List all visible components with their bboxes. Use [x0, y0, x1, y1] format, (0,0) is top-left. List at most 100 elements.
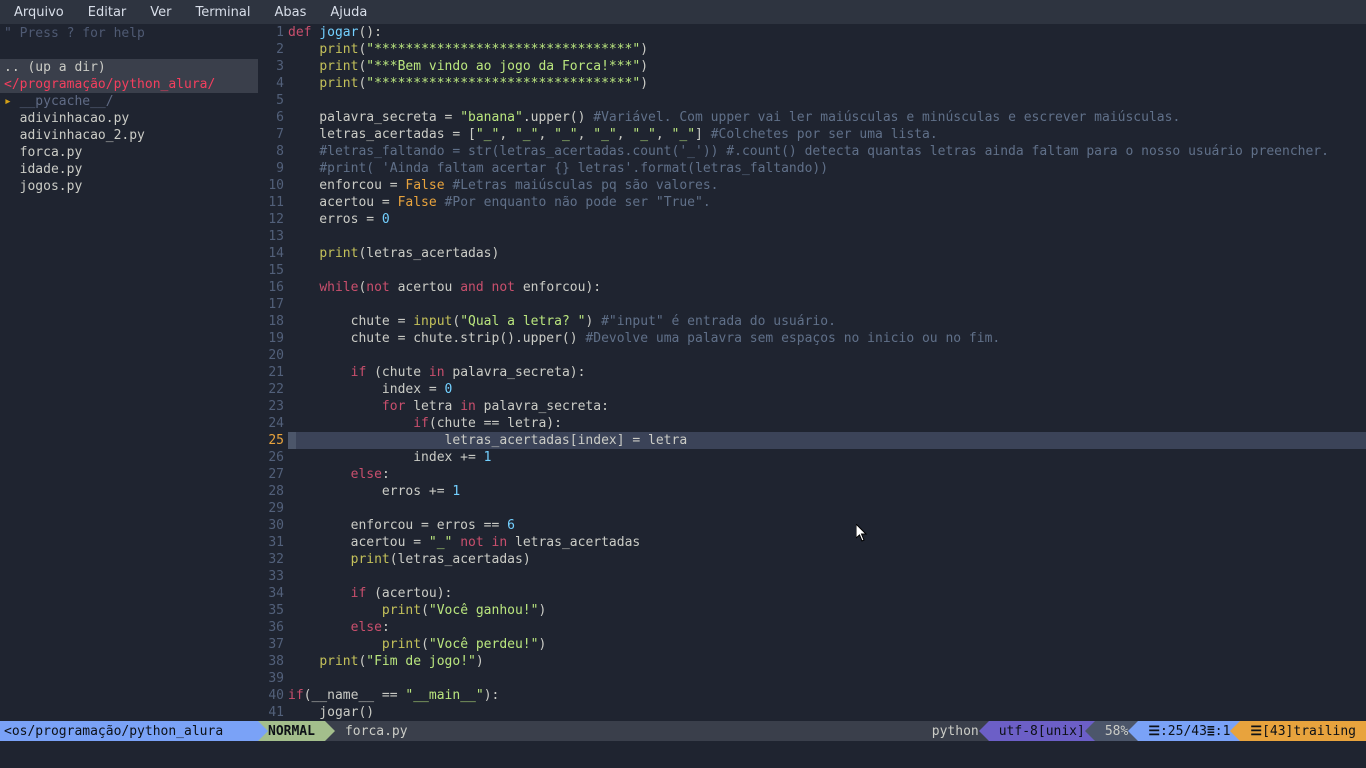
code-line[interactable]: jogar()	[288, 704, 1366, 721]
code-line[interactable]	[288, 92, 1366, 109]
code-line[interactable]: if (acertou):	[288, 585, 1366, 602]
line-number: 15	[258, 262, 284, 279]
code-line[interactable]: else:	[288, 619, 1366, 636]
code-line[interactable]	[288, 228, 1366, 245]
line-number: 12	[258, 211, 284, 228]
code-line[interactable]: erros += 1	[288, 483, 1366, 500]
line-number: 30	[258, 517, 284, 534]
tree-file[interactable]: jogos.py	[0, 178, 258, 195]
code-line[interactable]	[288, 347, 1366, 364]
code-line[interactable]: print("*********************************…	[288, 41, 1366, 58]
code-line[interactable]: print("***Bem vindo ao jogo da Forca!***…	[288, 58, 1366, 75]
code-line[interactable]: #letras_faltando = str(letras_acertadas.…	[288, 143, 1366, 160]
code-line[interactable]: index += 1	[288, 449, 1366, 466]
code-line[interactable]	[288, 296, 1366, 313]
line-number: 36	[258, 619, 284, 636]
line-number: 11	[258, 194, 284, 211]
code-line[interactable]	[288, 500, 1366, 517]
tree-dir-pycache[interactable]: ▸ __pycache__/	[0, 93, 258, 110]
code-line[interactable]: enforcou = False #Letras maiúsculas pq s…	[288, 177, 1366, 194]
code-line[interactable]: enforcou = erros == 6	[288, 517, 1366, 534]
code-line[interactable]: palavra_secreta = "banana".upper() #Vari…	[288, 109, 1366, 126]
code-line[interactable]: acertou = "_" not in letras_acertadas	[288, 534, 1366, 551]
code-line[interactable]	[288, 262, 1366, 279]
line-number: 31	[258, 534, 284, 551]
line-number: 34	[258, 585, 284, 602]
code-line[interactable]: #print( 'Ainda faltam acertar {} letras'…	[288, 160, 1366, 177]
code-line[interactable]: print(letras_acertadas)	[288, 245, 1366, 262]
code-line[interactable]: print(letras_acertadas)	[288, 551, 1366, 568]
menubar: Arquivo Editar Ver Terminal Abas Ajuda	[0, 0, 1366, 24]
line-number: 2	[258, 41, 284, 58]
line-number: 8	[258, 143, 284, 160]
code-line[interactable]: def jogar():	[288, 24, 1366, 41]
code-line[interactable]: if(__name__ == "__main__"):	[288, 687, 1366, 704]
tree-file[interactable]: adivinhacao_2.py	[0, 127, 258, 144]
code-line[interactable]: else:	[288, 466, 1366, 483]
line-number: 24	[258, 415, 284, 432]
code-line[interactable]: if(chute == letra):	[288, 415, 1366, 432]
line-number: 38	[258, 653, 284, 670]
line-number: 14	[258, 245, 284, 262]
line-number: 19	[258, 330, 284, 347]
line-number: 5	[258, 92, 284, 109]
code-line[interactable]: chute = chute.strip().upper() #Devolve u…	[288, 330, 1366, 347]
line-number: 6	[258, 109, 284, 126]
line-number: 32	[258, 551, 284, 568]
trailing-icon: ☰	[1250, 723, 1262, 740]
code-line[interactable]: if (chute in palavra_secreta):	[288, 364, 1366, 381]
column-icon: ≣	[1207, 723, 1215, 740]
code-line[interactable]: acertou = False #Por enquanto não pode s…	[288, 194, 1366, 211]
code-line[interactable]: for letra in palavra_secreta:	[288, 398, 1366, 415]
line-number: 18	[258, 313, 284, 330]
status-encoding: utf-8[unix]	[989, 721, 1095, 741]
status-trailing: ☰ [43]trailing	[1240, 721, 1366, 741]
code-line[interactable]: while(not acertou and not enforcou):	[288, 279, 1366, 296]
tree-file[interactable]: adivinhacao.py	[0, 110, 258, 127]
tree-file[interactable]: forca.py	[0, 144, 258, 161]
line-number: 3	[258, 58, 284, 75]
tree-file[interactable]: idade.py	[0, 161, 258, 178]
code-line[interactable]: letras_acertadas = ["_", "_", "_", "_", …	[288, 126, 1366, 143]
line-number: 23	[258, 398, 284, 415]
code-line[interactable]: letras_acertadas[index] = letra	[288, 432, 1366, 449]
line-number: 16	[258, 279, 284, 296]
main-area: " Press ? for help .. (up a dir) </progr…	[0, 24, 1366, 721]
line-number: 27	[258, 466, 284, 483]
menu-help[interactable]: Ajuda	[330, 4, 367, 21]
menu-view[interactable]: Ver	[150, 4, 171, 21]
code-line[interactable]: index = 0	[288, 381, 1366, 398]
line-number: 7	[258, 126, 284, 143]
bottom-gap	[0, 741, 1366, 768]
code-editor[interactable]: 1234567891011121314151617181920212223242…	[258, 24, 1366, 721]
menu-file[interactable]: Arquivo	[14, 4, 64, 21]
code-line[interactable]: print("Fim de jogo!")	[288, 653, 1366, 670]
line-number: 9	[258, 160, 284, 177]
code-line[interactable]	[288, 568, 1366, 585]
line-number: 4	[258, 75, 284, 92]
code-line[interactable]: print("*********************************…	[288, 75, 1366, 92]
tree-up-dir[interactable]: .. (up a dir)	[0, 59, 258, 76]
line-number: 13	[258, 228, 284, 245]
code-area[interactable]: def jogar(): print("********************…	[288, 24, 1366, 721]
chevron-right-icon: ▸	[4, 94, 12, 109]
line-number: 35	[258, 602, 284, 619]
code-line[interactable]: print("Você ganhou!")	[288, 602, 1366, 619]
code-line[interactable]: erros = 0	[288, 211, 1366, 228]
code-line[interactable]	[288, 670, 1366, 687]
line-number: 17	[258, 296, 284, 313]
line-number: 41	[258, 704, 284, 721]
menu-terminal[interactable]: Terminal	[196, 4, 251, 21]
status-position: ☰:25/43≣:1	[1138, 721, 1240, 741]
status-bar: <os/programação/python_alura NORMAL forc…	[0, 721, 1366, 741]
line-number: 26	[258, 449, 284, 466]
line-number: 20	[258, 347, 284, 364]
line-number: 25	[258, 432, 284, 449]
menu-edit[interactable]: Editar	[88, 4, 127, 21]
file-tree[interactable]: " Press ? for help .. (up a dir) </progr…	[0, 24, 258, 721]
code-line[interactable]: print("Você perdeu!")	[288, 636, 1366, 653]
cursor-block	[288, 432, 296, 449]
status-mode: NORMAL	[258, 721, 325, 741]
code-line[interactable]: chute = input("Qual a letra? ") #"input"…	[288, 313, 1366, 330]
menu-tabs[interactable]: Abas	[274, 4, 306, 21]
